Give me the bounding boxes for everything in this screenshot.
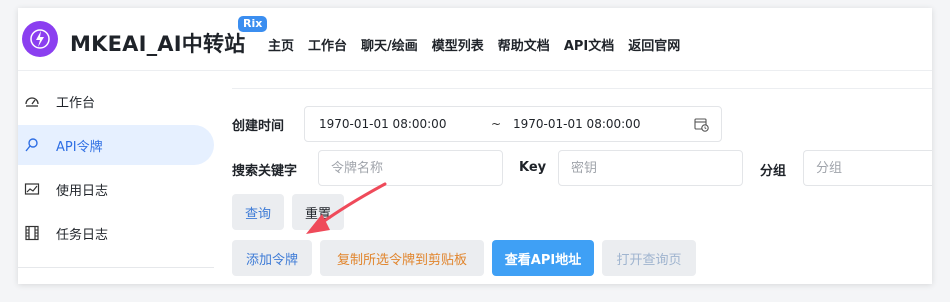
film-icon xyxy=(25,225,39,241)
sidebar-item-usage-logs[interactable]: 使用日志 xyxy=(18,169,214,209)
main-content: 创建时间 1970-01-01 08:00:00 ~ 1970-01-01 08… xyxy=(218,70,932,284)
date-start[interactable]: 1970-01-01 08:00:00 xyxy=(319,117,446,131)
open-query-page-button[interactable]: 打开查询页 xyxy=(602,240,696,276)
nav-api-docs[interactable]: API文档 xyxy=(564,35,614,54)
key-search-icon xyxy=(25,138,38,152)
lightning-logo-icon xyxy=(30,29,50,49)
sidebar: 工作台 API令牌 使用日志 任务日志 xyxy=(18,79,218,284)
sidebar-item-task-logs[interactable]: 任务日志 xyxy=(18,213,214,253)
nav-workbench[interactable]: 工作台 xyxy=(308,35,347,54)
nav-back-official[interactable]: 返回官网 xyxy=(628,35,680,54)
sidebar-item-workbench[interactable]: 工作台 xyxy=(18,81,214,121)
created-time-label: 创建时间 xyxy=(232,119,285,134)
group-input[interactable] xyxy=(803,150,932,186)
sidebar-item-label: 使用日志 xyxy=(56,183,109,199)
key-label: Key xyxy=(519,160,547,175)
token-name-input[interactable] xyxy=(318,150,503,186)
sidebar-item-label: API令牌 xyxy=(56,139,103,155)
nav-home[interactable]: 主页 xyxy=(268,35,294,54)
app-title[interactable]: MKEAI_AI中转站 xyxy=(70,28,245,58)
nav-chat-drawing[interactable]: 聊天/绘画 xyxy=(361,35,418,54)
nav-model-list[interactable]: 模型列表 xyxy=(432,35,484,54)
query-button[interactable]: 查询 xyxy=(232,194,284,230)
top-header: MKEAI_AI中转站 Rix 主页 工作台 聊天/绘画 模型列表 帮助文档 A… xyxy=(18,8,932,71)
app-logo[interactable] xyxy=(22,21,58,57)
sidebar-item-label: 任务日志 xyxy=(56,227,109,243)
group-label: 分组 xyxy=(760,164,787,179)
sidebar-item-label: 工作台 xyxy=(56,95,96,111)
reset-button[interactable]: 重置 xyxy=(292,194,344,230)
copy-selected-tokens-button[interactable]: 复制所选令牌到剪贴板 xyxy=(320,240,484,276)
log-chart-icon xyxy=(24,183,40,195)
nav-help-docs[interactable]: 帮助文档 xyxy=(498,35,550,54)
sidebar-item-api-tokens[interactable]: API令牌 xyxy=(18,125,214,165)
view-api-address-button[interactable]: 查看API地址 xyxy=(492,240,594,276)
date-separator: ~ xyxy=(491,117,502,131)
add-token-button[interactable]: 添加令牌 xyxy=(232,240,312,276)
sidebar-divider xyxy=(18,267,214,268)
key-input[interactable] xyxy=(558,150,743,186)
date-end[interactable]: 1970-01-01 08:00:00 xyxy=(513,117,640,131)
dashboard-icon xyxy=(25,97,39,107)
calendar-clock-icon[interactable] xyxy=(694,117,709,132)
keyword-label: 搜索关键字 xyxy=(232,164,298,179)
content-divider xyxy=(232,88,932,89)
created-time-range-picker[interactable]: 1970-01-01 08:00:00 ~ 1970-01-01 08:00:0… xyxy=(304,106,722,142)
version-badge: Rix xyxy=(238,16,268,32)
top-nav: 主页 工作台 聊天/绘画 模型列表 帮助文档 API文档 返回官网 xyxy=(268,35,680,54)
app-window: MKEAI_AI中转站 Rix 主页 工作台 聊天/绘画 模型列表 帮助文档 A… xyxy=(18,8,932,284)
